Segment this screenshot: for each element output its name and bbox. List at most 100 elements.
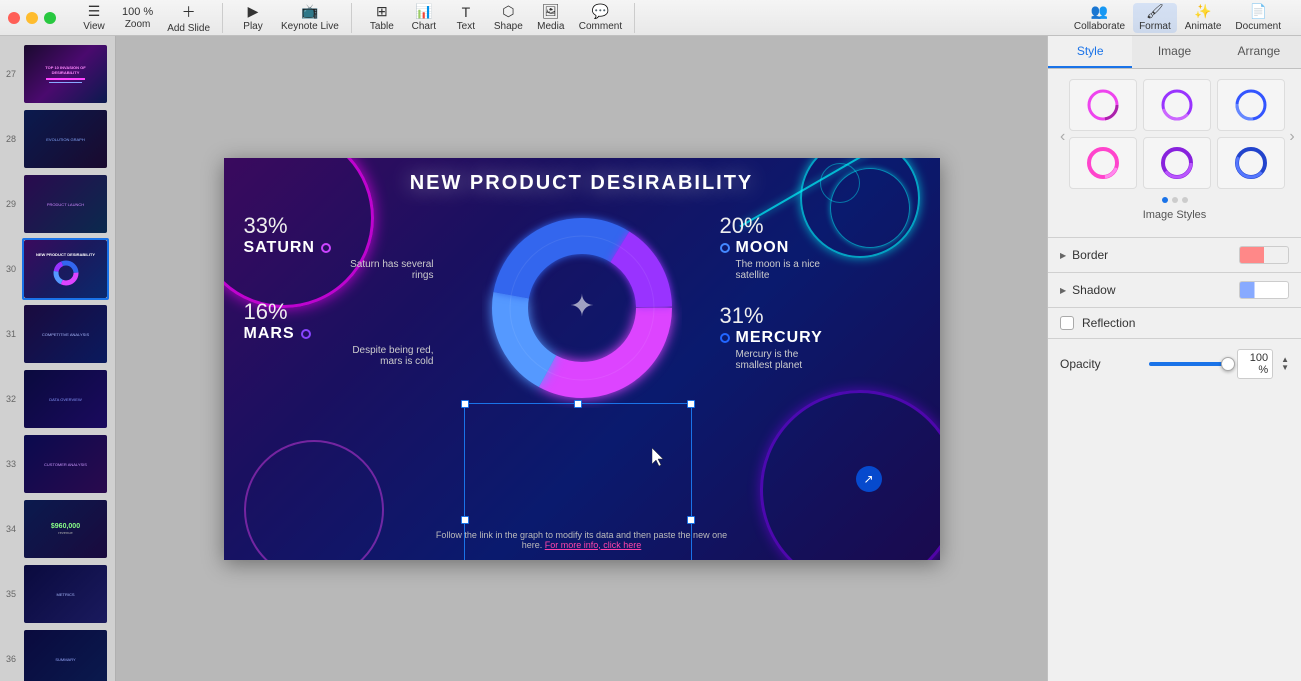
maximize-button[interactable] xyxy=(44,12,56,24)
style-preview-3[interactable] xyxy=(1217,79,1285,131)
border-arrow: ▶ xyxy=(1060,251,1066,260)
bottom-note: Follow the link in the graph to modify i… xyxy=(432,530,732,550)
media-label: Media xyxy=(537,21,564,32)
handle-tl[interactable] xyxy=(461,400,469,408)
add-slide-button[interactable]: ＋ Add Slide xyxy=(161,3,216,33)
reflection-label: Reflection xyxy=(1082,316,1135,330)
style-dot-3 xyxy=(1182,197,1188,203)
slide-num-31: 31 xyxy=(6,329,16,339)
stat-moon: 20% MOON The moon is a nicesatellite xyxy=(720,213,910,281)
style-preview-1[interactable] xyxy=(1069,79,1137,131)
border-row[interactable]: ▶ Border xyxy=(1048,238,1301,273)
comment-icon: 💬 xyxy=(592,3,609,20)
style-dot-2 xyxy=(1172,197,1178,203)
view-zoom-group: ☰ View 100 % Zoom ＋ Add Slide xyxy=(68,3,223,33)
tab-style[interactable]: Style xyxy=(1048,36,1132,68)
media-button[interactable]: 🖼 Media xyxy=(531,3,571,33)
style-preview-2[interactable] xyxy=(1143,79,1211,131)
slide-thumb-29[interactable]: 29 PRODUCT LAUNCH xyxy=(22,173,109,235)
shape-button[interactable]: ⬡ Shape xyxy=(488,3,529,33)
slide-num-28: 28 xyxy=(6,134,16,144)
tab-image[interactable]: Image xyxy=(1132,36,1216,68)
animate-icon: ✨ xyxy=(1194,3,1211,20)
slide-num-34: 34 xyxy=(6,524,16,534)
slide-thumb-35[interactable]: 35 METRICS xyxy=(22,563,109,625)
document-button[interactable]: 📄 Document xyxy=(1229,3,1287,33)
right-stats: 20% MOON The moon is a nicesatellite 31%… xyxy=(720,213,910,389)
play-button[interactable]: ▶ Play xyxy=(233,3,273,33)
minimize-button[interactable] xyxy=(26,12,38,24)
view-icon: ☰ xyxy=(88,3,101,20)
view-button[interactable]: ☰ View xyxy=(74,3,114,33)
keynote-live-icon: 📺 xyxy=(301,3,318,20)
style-preview-4[interactable] xyxy=(1069,137,1137,189)
add-slide-icon: ＋ xyxy=(182,2,196,22)
shadow-label: Shadow xyxy=(1072,283,1239,297)
handle-mr[interactable] xyxy=(687,516,695,524)
slide-img-31: COMPETITIVE ANALYSIS xyxy=(24,305,107,363)
opacity-value[interactable]: 100 % xyxy=(1237,349,1273,379)
slide-thumb-30[interactable]: 30 NEW PRODUCT DESIRABILITY xyxy=(22,238,109,300)
neon-arc-tr3 xyxy=(820,163,860,203)
slide-thumb-33[interactable]: 33 CUSTOMER ANALYSIS xyxy=(22,433,109,495)
shadow-row[interactable]: ▶ Shadow xyxy=(1048,273,1301,308)
slide-img-28: EVOLUTION GRAPH xyxy=(24,110,107,168)
slide-thumb-28[interactable]: 28 EVOLUTION GRAPH xyxy=(22,108,109,170)
opacity-thumb[interactable] xyxy=(1221,357,1235,371)
comment-label: Comment xyxy=(579,21,622,32)
styles-next-button[interactable]: › xyxy=(1289,128,1294,146)
mars-percent: 16% xyxy=(244,299,444,325)
slide-thumb-34[interactable]: 34 $960,000 revenue xyxy=(22,498,109,560)
table-button[interactable]: ⊞ Table xyxy=(362,3,402,33)
table-icon: ⊞ xyxy=(376,3,388,20)
close-button[interactable] xyxy=(8,12,20,24)
bottom-link[interactable]: For more info, click here xyxy=(545,540,642,550)
mars-desc: Despite being red,mars is cold xyxy=(244,345,444,367)
slide-num-30: 30 xyxy=(6,264,16,274)
animate-label: Animate xyxy=(1185,21,1222,32)
slide-num-33: 33 xyxy=(6,459,16,469)
slide-thumb-36[interactable]: 36 SUMMARY xyxy=(22,628,109,681)
slide-thumb-27[interactable]: 27 TOP 10 INVASION OF DESIRABILITY xyxy=(22,43,109,105)
shape-icon: ⬡ xyxy=(502,3,514,20)
chart-link-icon[interactable]: ↗ xyxy=(856,466,882,492)
chart-button[interactable]: 📊 Chart xyxy=(404,3,444,33)
handle-tr[interactable] xyxy=(687,400,695,408)
style-preview-5[interactable] xyxy=(1143,137,1211,189)
reflection-checkbox[interactable] xyxy=(1060,316,1074,330)
keynote-live-label: Keynote Live xyxy=(281,21,339,32)
collaborate-button[interactable]: 👥 Collaborate xyxy=(1068,3,1131,33)
slide-img-33: CUSTOMER ANALYSIS xyxy=(24,435,107,493)
shadow-color-preview[interactable] xyxy=(1239,281,1289,299)
opacity-down-button[interactable]: ▼ xyxy=(1281,364,1289,372)
slide-thumb-31[interactable]: 31 COMPETITIVE ANALYSIS xyxy=(22,303,109,365)
donut-chart[interactable]: ✦ xyxy=(482,208,682,408)
mercury-name: MERCURY xyxy=(720,329,910,347)
slide-num-32: 32 xyxy=(6,394,16,404)
neon-circle-br xyxy=(760,390,940,560)
comment-button[interactable]: 💬 Comment xyxy=(573,3,628,33)
chart-icon: 📊 xyxy=(415,3,432,20)
text-button[interactable]: T Text xyxy=(446,3,486,33)
style-preview-6[interactable] xyxy=(1217,137,1285,189)
handle-ml[interactable] xyxy=(461,516,469,524)
animate-button[interactable]: ✨ Animate xyxy=(1179,3,1228,33)
opacity-slider[interactable] xyxy=(1149,357,1230,371)
zoom-button[interactable]: 100 % Zoom xyxy=(116,3,159,33)
canvas-area[interactable]: NEW PRODUCT DESIRABILITY 33% SATURN Satu… xyxy=(116,36,1047,681)
tab-arrange[interactable]: Arrange xyxy=(1217,36,1301,68)
format-button[interactable]: 🖌 Format xyxy=(1133,3,1177,33)
text-label: Text xyxy=(457,21,475,32)
keynote-live-button[interactable]: 📺 Keynote Live xyxy=(275,3,345,33)
moon-dot xyxy=(720,243,730,253)
collaborate-label: Collaborate xyxy=(1074,21,1125,32)
slide-num-27: 27 xyxy=(6,69,16,79)
play-icon: ▶ xyxy=(248,3,259,20)
slide-img-36: SUMMARY xyxy=(24,630,107,681)
slide-thumb-32[interactable]: 32 DATA OVERVIEW xyxy=(22,368,109,430)
right-tools-group: 👥 Collaborate 🖌 Format ✨ Animate 📄 Docum… xyxy=(1062,3,1293,33)
left-stats: 33% SATURN Saturn has severalrings 16% M… xyxy=(244,213,444,385)
styles-prev-button[interactable]: ‹ xyxy=(1060,128,1065,146)
border-color-preview[interactable] xyxy=(1239,246,1289,264)
mercury-desc: Mercury is thesmallest planet xyxy=(720,349,910,371)
